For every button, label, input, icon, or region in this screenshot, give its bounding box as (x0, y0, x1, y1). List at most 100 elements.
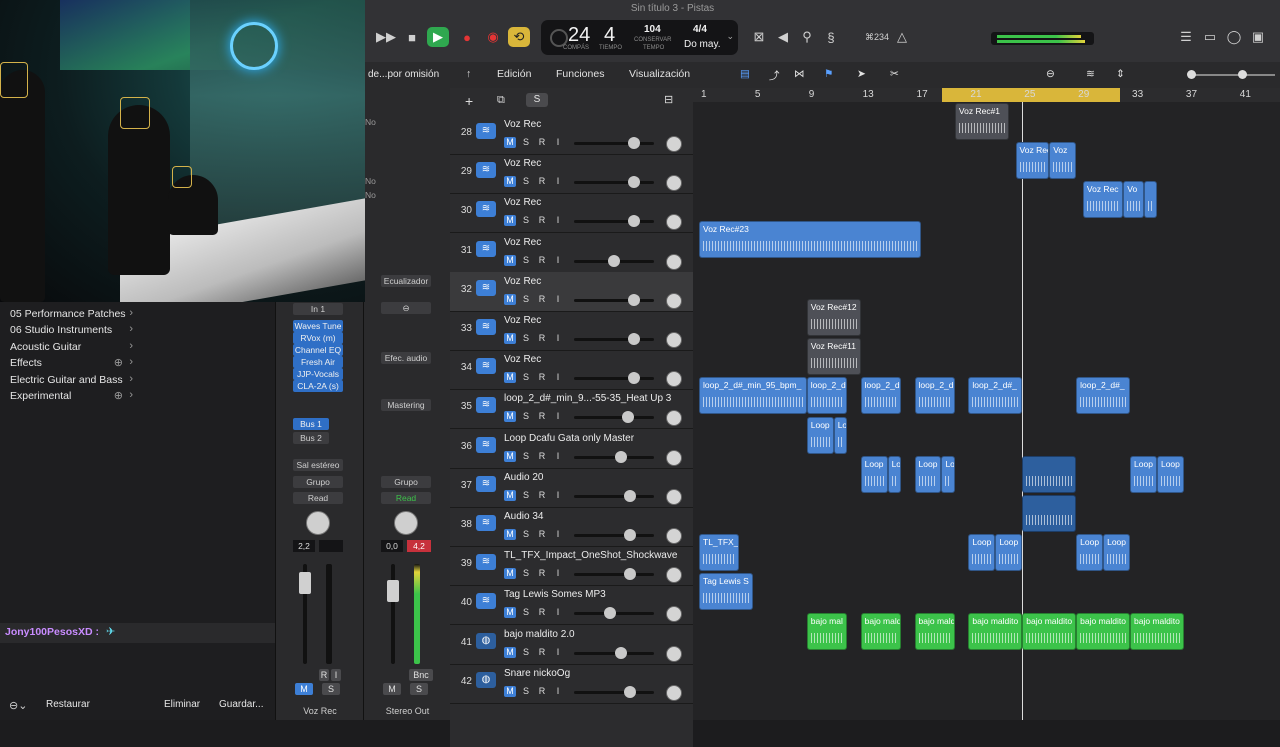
bounce-button[interactable]: Bnc (409, 669, 433, 681)
edit-menu[interactable]: Edición (497, 68, 531, 80)
chevron-down-icon[interactable]: ⌄ (726, 31, 734, 42)
send-slot[interactable]: Bus 1 (293, 418, 329, 430)
track-name[interactable]: Voz Rec (504, 354, 684, 365)
download-icon[interactable]: ⊕ (114, 356, 123, 369)
input-monitor-button[interactable]: I (552, 137, 564, 148)
audio-region[interactable]: Voz Rec#1 (954, 103, 1009, 140)
volume-slider[interactable] (574, 568, 654, 581)
input-monitor-button[interactable]: I (552, 372, 564, 383)
input-monitor-button[interactable]: I (552, 294, 564, 305)
pan-knob[interactable] (666, 371, 682, 388)
audio-region[interactable]: bajo maldito (1076, 612, 1131, 650)
audio-region[interactable]: bajo maldito (1130, 612, 1184, 650)
solo-button[interactable]: S (520, 372, 532, 383)
audio-region[interactable]: Loop (1156, 455, 1184, 493)
audio-region[interactable] (1022, 495, 1077, 532)
track-header[interactable]: 34 ≋ Voz Rec M S R I (450, 350, 693, 391)
audio-region[interactable]: loop_2_d (860, 377, 902, 415)
audio-region[interactable]: Voz Rec#12 (806, 299, 861, 336)
mute-button[interactable]: M (504, 646, 516, 658)
mute-button[interactable]: M (504, 489, 516, 501)
pan-knob[interactable] (666, 332, 682, 348)
inspector-value[interactable]: No (365, 176, 376, 186)
volume-fader-cap[interactable] (299, 572, 311, 594)
list-editor-icon[interactable]: ☰ (1175, 27, 1197, 47)
plugin-slot[interactable]: JJP-Vocals (293, 368, 343, 380)
mute-button[interactable]: M (504, 685, 516, 697)
volume-thumb[interactable] (614, 646, 627, 659)
plugin-slot[interactable]: Waves Tune (293, 320, 343, 332)
volume-slider[interactable] (574, 293, 654, 306)
track-header[interactable]: 40 ≋ Tag Lewis Somes MP3 M S R I (450, 585, 693, 626)
record-enable-button[interactable]: R (536, 215, 548, 226)
tuning-fork-icon[interactable]: ⚲ (796, 27, 818, 47)
solo-button[interactable]: S (520, 176, 532, 187)
volume-thumb[interactable] (628, 293, 641, 306)
pan-knob[interactable] (666, 410, 682, 427)
audio-region[interactable]: Vo (1123, 181, 1144, 219)
record-enable-button[interactable]: R (536, 568, 548, 579)
track-header[interactable]: 35 ≋ loop_2_d#_min_9...-55-35_Heat Up 3 MSR… (450, 389, 693, 430)
arrange-area[interactable]: Voz Rec#1 Voz Rec Voz Voz Rec Vo Voz Rec#23 Vo… (693, 102, 1280, 720)
solo-button[interactable]: S (410, 683, 428, 695)
volume-slider[interactable] (574, 489, 654, 502)
play-button[interactable]: ▶ (427, 27, 449, 47)
volume-thumb[interactable] (624, 489, 637, 502)
mute-button[interactable]: M (504, 607, 516, 619)
tuner-icon[interactable]: ⊠ (748, 27, 770, 47)
input-monitor-button[interactable]: I (552, 607, 564, 618)
track-header[interactable]: 31 ≋ Voz Rec M S R I (450, 233, 693, 273)
audio-region[interactable]: Loop (995, 534, 1023, 572)
plugin-slot[interactable]: Fresh Air (293, 356, 343, 368)
volume-slider[interactable] (574, 137, 654, 149)
library-item[interactable]: 05 Performance Patches (10, 308, 126, 320)
input-monitor-button[interactable]: I (552, 176, 564, 187)
track-header[interactable]: 39 ≋ TL_TFX_Impact_OneShot_Shockwave M S R I (450, 546, 693, 587)
library-item[interactable]: Experimental (10, 390, 71, 402)
send-slot[interactable]: Bus 2 (293, 432, 329, 444)
pan-knob[interactable] (666, 645, 682, 662)
view-menu[interactable]: Visualización (629, 68, 690, 80)
track-header[interactable]: 32 ≋ Voz Rec M S R I (450, 271, 693, 312)
track-name[interactable]: Voz Rec (504, 276, 684, 287)
record-enable-button[interactable]: R (536, 333, 548, 344)
volume-slider[interactable] (574, 333, 654, 345)
input-monitor-button[interactable]: I (552, 490, 564, 501)
volume-thumb[interactable] (624, 529, 637, 541)
mute-button[interactable]: M (504, 568, 516, 580)
solo-button[interactable]: S (520, 255, 532, 266)
mute-button[interactable]: M (504, 137, 516, 148)
track-header[interactable]: 38 ≋ Audio 34 M S R I (450, 507, 693, 547)
input-slot[interactable]: In 1 (293, 303, 343, 315)
search-icon[interactable]: ◯ (1223, 27, 1245, 47)
library-item[interactable]: Effects (10, 357, 42, 369)
record-enable-button[interactable]: R (536, 490, 548, 501)
audio-region[interactable]: Voz Rec#23 (699, 220, 922, 258)
record-enable-button[interactable]: R (536, 686, 548, 697)
input-monitor-button[interactable]: I (552, 451, 564, 462)
record-button[interactable]: ● (456, 27, 478, 47)
volume-fader-track[interactable] (391, 564, 395, 664)
pan-knob[interactable] (666, 175, 682, 192)
volume-thumb[interactable] (624, 568, 637, 581)
eq-slot[interactable]: Ecualizador (381, 275, 431, 287)
lcd-display[interactable]: 24 4 COMPÁS TIEMPO 104 CONSERVAR TEMPO 4… (541, 20, 738, 55)
audio-region[interactable]: bajo mald (914, 612, 955, 650)
volume-slider[interactable] (574, 529, 654, 541)
bar-ruler[interactable]: 1 5 9 13 17 21 25 29 33 37 41 (693, 88, 1280, 103)
inspector-value[interactable]: No (365, 190, 376, 200)
audio-region[interactable]: Loop (1130, 455, 1157, 493)
volume-fader-cap[interactable] (387, 580, 399, 602)
mute-button[interactable]: M (504, 333, 516, 344)
volume-slider[interactable] (574, 254, 654, 267)
mute-button[interactable]: M (504, 411, 516, 423)
input-monitor-button[interactable]: I (331, 669, 341, 681)
audio-region[interactable]: Lo (833, 416, 848, 454)
track-name[interactable]: loop_2_d#_min_9...-55-35_Heat Up 3 (504, 393, 684, 404)
audio-region[interactable]: loop_2_d#_ (1076, 377, 1131, 415)
solo-button[interactable]: S (520, 647, 532, 658)
back-arrow-icon[interactable]: ↑ (466, 68, 471, 80)
pan-knob[interactable] (666, 136, 682, 152)
track-name[interactable]: Voz Rec (504, 119, 684, 130)
track-name[interactable]: Tag Lewis Somes MP3 (504, 589, 684, 600)
